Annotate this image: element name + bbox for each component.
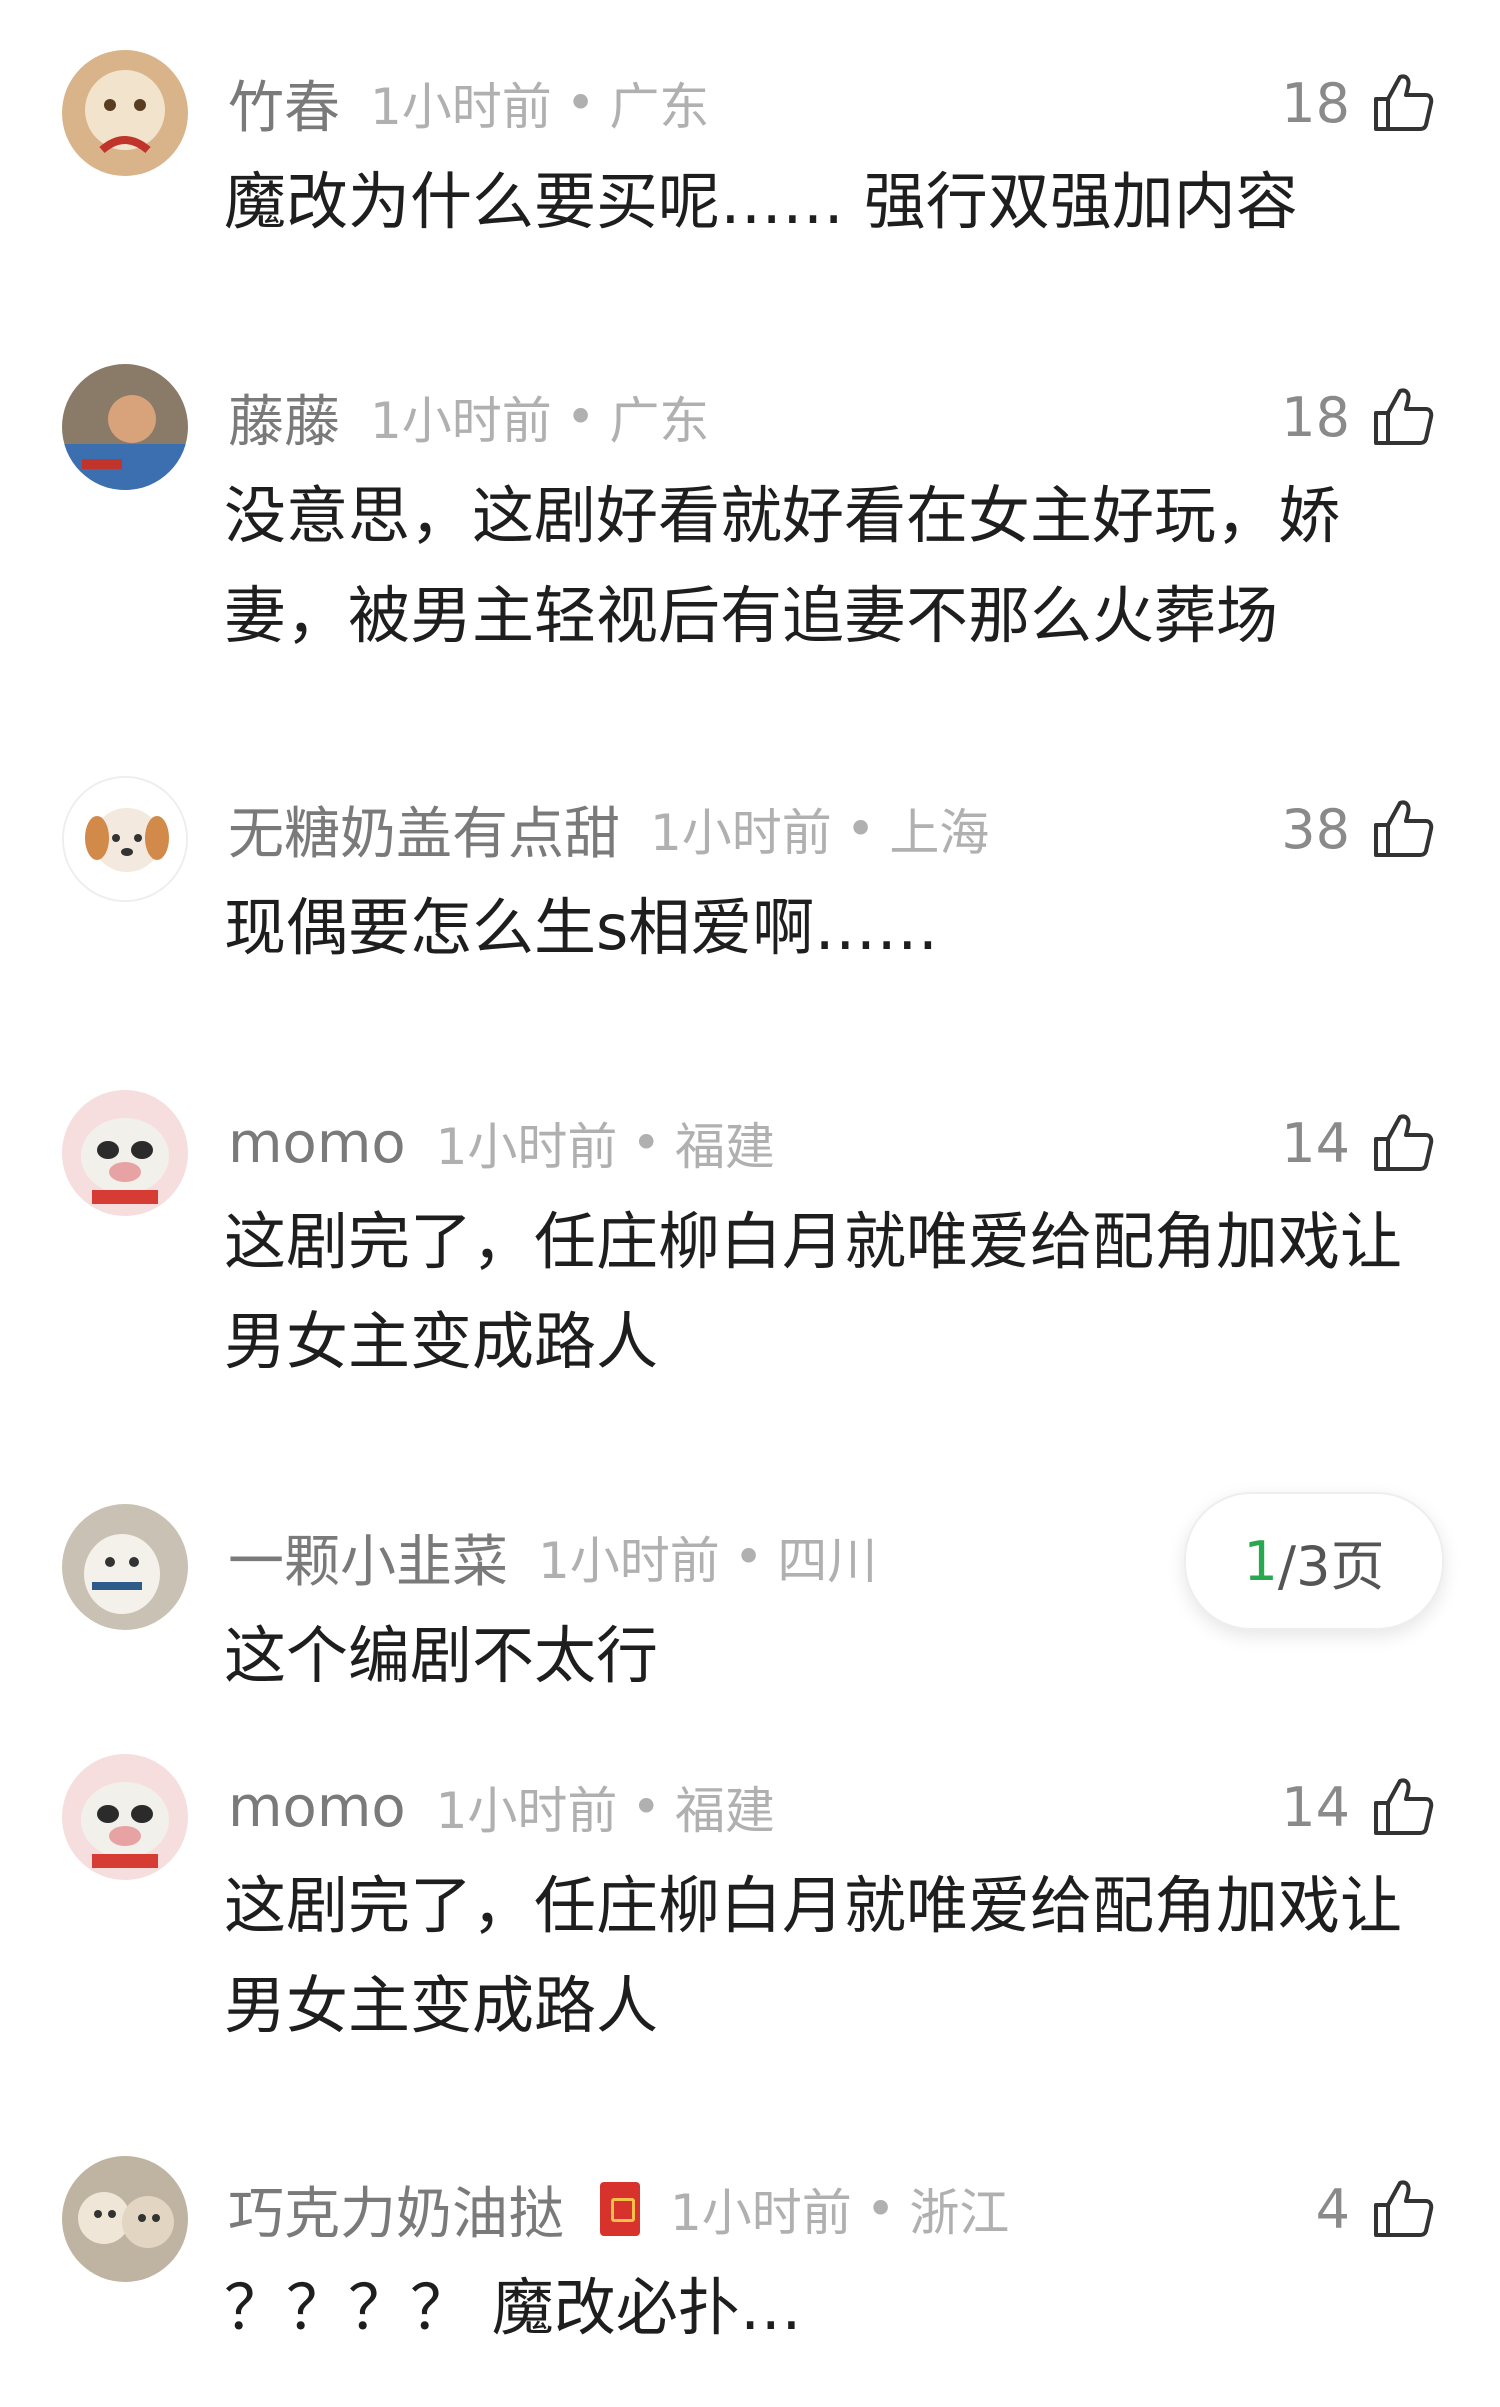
meta-separator: • xyxy=(631,1114,661,1172)
username[interactable]: 一颗小韭菜 xyxy=(228,1517,508,1598)
comment-text: 这剧完了，任庄柳白月就唯爱给配角加戏让男女主变成路人 xyxy=(224,1205,1403,1378)
thumbs-up-icon[interactable] xyxy=(1368,69,1436,137)
username[interactable]: momo xyxy=(228,1775,406,1840)
comment-text: 这剧完了，任庄柳白月就唯爱给配角加戏让男女主变成路人 xyxy=(224,1869,1403,2042)
username[interactable]: momo xyxy=(228,1111,406,1176)
thumbs-up-icon[interactable] xyxy=(1368,2175,1436,2243)
page-current: 1 xyxy=(1243,1529,1278,1593)
comment-location: 浙江 xyxy=(909,2184,1010,2242)
comment-location: 广东 xyxy=(609,78,710,136)
comment-time: 1小时前 xyxy=(650,804,832,862)
like-count: 18 xyxy=(1281,71,1350,135)
photo-avatar-icon[interactable] xyxy=(62,364,188,490)
username[interactable]: 竹春 xyxy=(228,63,340,144)
comment-meta: momo 1小时前 • 福建 xyxy=(228,1108,775,1178)
like-button[interactable]: 4 xyxy=(1316,2174,1436,2244)
like-count: 4 xyxy=(1315,2177,1350,2241)
thumbs-up-icon[interactable] xyxy=(1368,383,1436,451)
comment-time: 1小时前 xyxy=(670,2184,852,2242)
comment-text: 魔改为什么要买呢…… 强行双强加内容 xyxy=(224,165,1298,238)
like-count: 38 xyxy=(1281,797,1350,861)
meta-separator: • xyxy=(565,388,596,446)
comment-location: 福建 xyxy=(674,1118,775,1176)
pig-avatar-icon[interactable] xyxy=(62,1090,188,1216)
comment-time: 1小时前 xyxy=(435,1118,618,1176)
comment-time: 1小时前 xyxy=(370,392,552,450)
page-total: /3页 xyxy=(1277,1534,1385,1598)
cat-avatar-icon[interactable] xyxy=(62,50,188,176)
like-button[interactable]: 14 xyxy=(1281,1772,1436,1842)
comment-time: 1小时前 xyxy=(370,78,552,136)
like-count: 18 xyxy=(1281,385,1350,449)
meta-separator: • xyxy=(733,1528,764,1586)
comment-meta: 藤藤 1小时前 • 广东 xyxy=(228,382,710,455)
comment-meta: 巧克力奶油挞 1小时前 • 浙江 xyxy=(228,2174,1010,2247)
comment-time: 1小时前 xyxy=(538,1532,720,1590)
meta-separator: • xyxy=(565,74,596,132)
thumbs-up-icon[interactable] xyxy=(1368,795,1436,863)
puppy-avatar-icon[interactable] xyxy=(62,776,188,902)
comment-meta: 一颗小韭菜 1小时前 • 四川 xyxy=(228,1522,878,1595)
comment-time: 1小时前 xyxy=(435,1782,618,1840)
meta-separator: • xyxy=(631,1778,661,1836)
username[interactable]: 巧克力奶油挞 xyxy=(228,2169,564,2250)
meta-separator: • xyxy=(845,800,876,858)
pig-avatar-icon[interactable] xyxy=(62,1754,188,1880)
comment-meta: momo 1小时前 • 福建 xyxy=(228,1772,775,1842)
like-count: 14 xyxy=(1281,1775,1350,1839)
plush-avatar-icon[interactable] xyxy=(62,1504,188,1630)
page-indicator-button[interactable]: 1 /3页 xyxy=(1184,1492,1444,1630)
username[interactable]: 藤藤 xyxy=(228,377,340,458)
comment-location: 广东 xyxy=(609,392,710,450)
bottom-fade xyxy=(0,2340,1500,2407)
comment-text: 现偶要怎么生s相爱啊…… xyxy=(224,891,939,964)
like-button[interactable]: 18 xyxy=(1281,382,1436,452)
comment-location: 福建 xyxy=(674,1782,775,1840)
comment-text: 没意思，这剧好看就好看在女主好玩，娇妻，被男主轻视后有追妻不那么火葬场 xyxy=(224,479,1341,652)
username[interactable]: 无糖奶盖有点甜 xyxy=(228,789,620,870)
comment-location: 四川 xyxy=(777,1532,878,1590)
like-count: 14 xyxy=(1281,1111,1350,1175)
thumbs-up-icon[interactable] xyxy=(1368,1109,1436,1177)
comment-meta: 竹春 1小时前 • 广东 xyxy=(228,68,710,141)
like-button[interactable]: 14 xyxy=(1281,1108,1436,1178)
red-badge-icon xyxy=(600,2182,640,2236)
like-button[interactable]: 18 xyxy=(1281,68,1436,138)
comment-meta: 无糖奶盖有点甜 1小时前 • 上海 xyxy=(228,794,990,867)
thumbs-up-icon[interactable] xyxy=(1368,1773,1436,1841)
meta-separator: • xyxy=(865,2180,896,2238)
comment-location: 上海 xyxy=(889,804,990,862)
like-button[interactable]: 38 xyxy=(1281,794,1436,864)
plush-group-avatar-icon[interactable] xyxy=(62,2156,188,2282)
